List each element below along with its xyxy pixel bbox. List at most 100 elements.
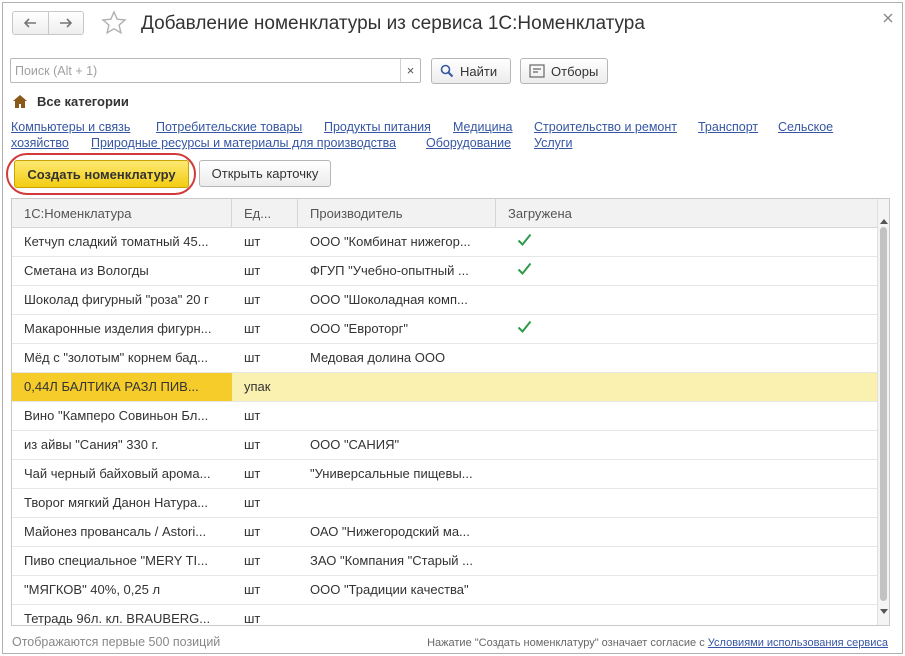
cell-manufacturer: ОАО "Нижегородский ма...	[310, 524, 470, 539]
terms-link[interactable]: Условиями использования сервиса	[708, 637, 888, 649]
cell-unit: шт	[244, 321, 261, 336]
checkmark-icon	[517, 320, 532, 333]
table-row[interactable]: Тетрадь 96л. кл. BRAUBERG... шт	[12, 605, 878, 626]
cell-nomenclature: Мёд с "золотым" корнем бад...	[24, 350, 208, 365]
category-link-agriculture[interactable]: Сельское	[778, 119, 833, 135]
home-icon	[13, 95, 27, 108]
title-bar: Добавление номенклатуры из сервиса 1С:Но…	[3, 3, 902, 47]
table-header: 1С:Номенклатура Ед... Производитель Загр…	[12, 199, 878, 228]
filters-button-label: Отборы	[551, 63, 599, 79]
category-link-computers[interactable]: Компьютеры и связь	[11, 119, 130, 135]
cell-manufacturer: "Универсальные пищевы...	[310, 466, 473, 481]
table-row[interactable]: Творог мягкий Данон Натура... шт	[12, 489, 878, 518]
table-row[interactable]: из айвы "Сания" 330 г. шт ООО "САНИЯ"	[12, 431, 878, 460]
cell-nomenclature: Майонез провансаль / Astori...	[24, 524, 207, 539]
cell-manufacturer	[298, 402, 496, 430]
table-row[interactable]: Пиво специальное "MERY TI... шт ЗАО "Компа…	[12, 547, 878, 576]
cell-manufacturer: ООО "Комбинат нижегор...	[310, 234, 471, 249]
cell-manufacturer: ЗАО "Компания "Старый ...	[310, 553, 474, 568]
cell-nomenclature: Шоколад фигурный "роза" 20 г	[24, 292, 209, 307]
arrow-right-icon	[59, 18, 72, 28]
cell-unit: шт	[244, 582, 261, 597]
find-button-label: Найти	[460, 63, 498, 79]
forward-button[interactable]	[47, 12, 84, 34]
column-header-loaded[interactable]: Загружена	[496, 199, 878, 228]
column-header-nomenclature[interactable]: 1С:Номенклатура	[12, 199, 232, 228]
checkmark-icon	[517, 262, 532, 275]
table-row[interactable]: "МЯГКОВ" 40%, 0,25 л шт ООО "Традиции каче…	[12, 576, 878, 605]
cell-manufacturer: ООО "Традиции качества"	[310, 582, 469, 597]
cell-manufacturer: ФГУП "Учебно-опытный ...	[310, 263, 469, 278]
column-header-unit[interactable]: Ед...	[232, 199, 298, 228]
all-categories-label: Все категории	[37, 94, 129, 109]
category-link-services[interactable]: Услуги	[534, 135, 572, 151]
window-title: Добавление номенклатуры из сервиса 1С:Но…	[141, 13, 645, 34]
category-link-agriculture-cont[interactable]: хозяйство	[11, 135, 69, 151]
cell-unit: шт	[244, 408, 261, 423]
cell-unit: шт	[244, 437, 261, 452]
cell-nomenclature: Вино "Камперо Совиньон Бл...	[24, 408, 209, 423]
terms-notice: Нажатие "Создать номенклатуру" означает …	[427, 637, 888, 649]
close-button[interactable]	[882, 11, 894, 23]
cell-unit: шт	[244, 611, 261, 626]
cell-unit: шт	[244, 350, 261, 365]
table-row[interactable]: Майонез провансаль / Astori... шт ОАО "Ниж…	[12, 518, 878, 547]
column-header-manufacturer[interactable]: Производитель	[298, 199, 496, 228]
search-box: ×	[10, 58, 421, 83]
category-link-natural-resources[interactable]: Природные ресурсы и материалы для произв…	[91, 135, 396, 151]
cell-unit: шт	[244, 263, 261, 278]
close-icon	[883, 13, 893, 23]
search-clear-button[interactable]: ×	[400, 59, 420, 82]
nomenclature-table: 1С:Номенклатура Ед... Производитель Загр…	[11, 198, 890, 626]
search-input[interactable]	[11, 59, 399, 82]
cell-nomenclature: из айвы "Сания" 330 г.	[24, 437, 159, 452]
category-link-medicine[interactable]: Медицина	[453, 119, 513, 135]
cell-nomenclature: Макаронные изделия фигурн...	[24, 321, 212, 336]
navigation-buttons	[12, 11, 84, 35]
vertical-scrollbar[interactable]	[877, 199, 889, 625]
cell-unit: шт	[244, 466, 261, 481]
category-link-food[interactable]: Продукты питания	[324, 119, 431, 135]
checkmark-icon	[517, 233, 532, 246]
filters-button[interactable]: Отборы	[520, 58, 608, 84]
cell-manufacturer: ООО "Шоколадная комп...	[310, 292, 468, 307]
scroll-up-arrow-icon[interactable]	[880, 219, 888, 224]
table-body: Кетчуп сладкий томатный 45... шт ООО "Комб…	[12, 228, 878, 626]
cell-manufacturer: ООО "САНИЯ"	[310, 437, 400, 452]
cell-nomenclature: Тетрадь 96л. кл. BRAUBERG...	[24, 611, 211, 626]
cell-unit: шт	[244, 495, 261, 510]
category-link-construction[interactable]: Строительство и ремонт	[534, 119, 677, 135]
cell-unit: шт	[244, 524, 261, 539]
table-row[interactable]: Сметана из Вологды шт ФГУП "Учебно-опытный…	[12, 257, 878, 286]
cell-manufacturer	[298, 373, 496, 401]
scroll-down-arrow-icon[interactable]	[880, 609, 888, 614]
table-row[interactable]: Макаронные изделия фигурн... шт ООО "Еврот…	[12, 315, 878, 344]
favorite-button[interactable]	[101, 10, 127, 36]
category-link-consumer-goods[interactable]: Потребительские товары	[156, 119, 302, 135]
cell-manufacturer: ООО "Евроторг"	[310, 321, 408, 336]
cell-unit: шт	[244, 234, 261, 249]
scrollbar-thumb[interactable]	[880, 227, 887, 601]
cell-nomenclature: Кетчуп сладкий томатный 45...	[24, 234, 209, 249]
table-row[interactable]: Чай черный байховый арома... шт "Универсал…	[12, 460, 878, 489]
cell-manufacturer: Медовая долина ООО	[310, 350, 446, 365]
table-row[interactable]: 0,44Л БАЛТИКА РАЗЛ ПИВ... упак	[12, 373, 878, 402]
filter-icon	[529, 64, 545, 78]
find-button[interactable]: Найти	[431, 58, 511, 84]
category-link-transport[interactable]: Транспорт	[698, 119, 758, 135]
open-card-button[interactable]: Открыть карточку	[199, 160, 331, 187]
category-link-equipment[interactable]: Оборудование	[426, 135, 511, 151]
table-row[interactable]: Кетчуп сладкий томатный 45... шт ООО "Комб…	[12, 228, 878, 257]
all-categories[interactable]: Все категории	[13, 94, 129, 109]
cell-manufacturer	[298, 489, 496, 517]
arrow-left-icon	[24, 18, 37, 28]
cell-nomenclature: Сметана из Вологды	[24, 263, 149, 278]
table-row[interactable]: Шоколад фигурный "роза" 20 г шт ООО "Шокол…	[12, 286, 878, 315]
search-icon	[440, 64, 454, 78]
table-row[interactable]: Мёд с "золотым" корнем бад... шт Медовая д…	[12, 344, 878, 373]
back-button[interactable]	[13, 12, 48, 34]
cell-manufacturer	[298, 605, 496, 625]
items-count-text: Отображаются первые 500 позиций	[12, 635, 221, 649]
create-nomenclature-button[interactable]: Создать номенклатуру	[14, 160, 189, 188]
table-row[interactable]: Вино "Камперо Совиньон Бл... шт	[12, 402, 878, 431]
